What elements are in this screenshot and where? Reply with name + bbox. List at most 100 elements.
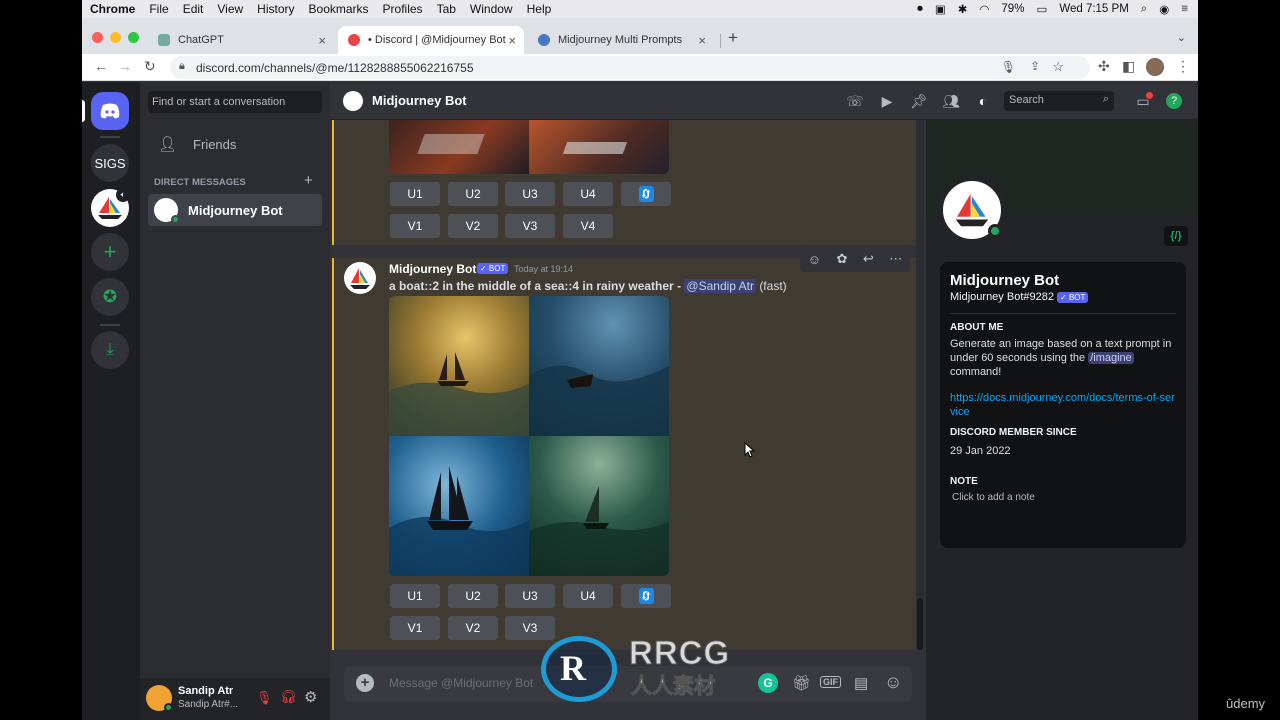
back-icon[interactable]: ← <box>94 58 108 74</box>
close-window-button[interactable] <box>92 32 103 43</box>
display-icon[interactable]: ▣ <box>935 2 946 16</box>
control-center-icon[interactable]: ≡ <box>1181 3 1188 15</box>
add-reaction-icon[interactable]: ☺ <box>808 252 821 267</box>
scrollbar-thumb[interactable] <box>917 598 923 650</box>
upscale-2-button[interactable]: U2 <box>448 182 498 206</box>
menu-file[interactable]: File <box>149 2 168 16</box>
siri-icon[interactable]: ◉ <box>1159 2 1169 16</box>
reply-icon[interactable]: ↩ <box>863 251 874 267</box>
spotlight-icon[interactable]: ⌕ <box>1141 3 1147 16</box>
dm-item-midjourney-bot[interactable]: Midjourney Bot <box>148 194 322 226</box>
terms-of-service-link[interactable]: https://docs.midjourney.com/docs/terms-o… <box>950 391 1176 419</box>
lock-icon[interactable]: 🔒︎ <box>179 60 185 73</box>
chrome-menu-icon[interactable]: ⋮ <box>1176 58 1190 75</box>
menu-history[interactable]: History <box>257 2 294 16</box>
menubar-clock[interactable]: Wed 7:15 PM <box>1059 3 1128 15</box>
add-server-button[interactable]: + <box>91 233 129 271</box>
grid-image-3[interactable] <box>389 436 529 576</box>
battery-icon[interactable]: ▭ <box>1036 2 1047 16</box>
variation-2-button[interactable]: V2 <box>448 616 498 640</box>
upscale-3-button[interactable]: U3 <box>505 182 555 206</box>
close-tab-icon[interactable]: × <box>508 33 516 48</box>
menu-view[interactable]: View <box>217 2 243 16</box>
tab-midjourney-multi-prompts[interactable]: Midjourney Multi Prompts × <box>528 26 714 54</box>
deafen-headphones-icon[interactable]: 🎧︎ <box>280 689 297 705</box>
grid-image-1[interactable] <box>389 296 529 436</box>
tab-search-chevron-icon[interactable]: ⌄ <box>1177 31 1186 44</box>
friends-nav-item[interactable]: 👤︎ Friends <box>148 130 322 158</box>
chat-search-input[interactable]: Search ⌕ <box>1004 91 1114 111</box>
wifi-icon[interactable]: ◠ <box>979 2 989 16</box>
menu-bookmarks[interactable]: Bookmarks <box>309 2 369 16</box>
share-icon[interactable]: ⇪ <box>1030 59 1040 73</box>
variation-1-button[interactable]: V1 <box>390 616 440 640</box>
reroll-button[interactable]: 🔄︎ <box>621 584 671 608</box>
create-dm-plus-icon[interactable]: + <box>304 172 313 189</box>
message-author-name[interactable]: Midjourney Bot <box>389 262 476 276</box>
record-icon[interactable]: ⏺ <box>917 3 923 16</box>
menu-profiles[interactable]: Profiles <box>383 2 423 16</box>
voice-call-icon[interactable]: ☏ <box>846 92 864 110</box>
gif-icon[interactable]: GIF <box>820 676 841 688</box>
discord-home-button[interactable] <box>91 92 129 130</box>
download-apps-button[interactable]: ⤓ <box>91 331 129 369</box>
emoji-icon[interactable]: ☺ <box>884 672 902 693</box>
more-options-icon[interactable]: ⋯ <box>889 251 902 267</box>
tab-chatgpt[interactable]: ChatGPT × <box>148 26 334 54</box>
gift-icon[interactable]: 🎁︎ <box>792 674 811 692</box>
grid-image-2[interactable] <box>529 296 669 436</box>
grid-image-4[interactable] <box>529 436 669 576</box>
pinned-messages-icon[interactable]: 📌︎ <box>910 92 928 110</box>
user-settings-gear-icon[interactable]: ⚙ <box>304 688 317 706</box>
variation-3-button[interactable]: V3 <box>505 214 555 238</box>
sidepanel-icon[interactable]: ◧ <box>1122 58 1135 75</box>
close-tab-icon[interactable]: × <box>318 33 326 48</box>
forward-icon[interactable]: → <box>118 58 132 74</box>
message-input[interactable]: Message @Midjourney Bot <box>389 676 533 690</box>
profile-avatar[interactable] <box>1146 58 1164 76</box>
find-conversation-input[interactable]: Find or start a conversation <box>148 91 322 113</box>
user-profile-toggle-icon[interactable]: ◐ <box>974 92 992 110</box>
upscale-1-button[interactable]: U1 <box>390 584 440 608</box>
reroll-button[interactable]: 🔄︎ <box>621 182 671 206</box>
variation-2-button[interactable]: V2 <box>448 214 498 238</box>
sticker-icon[interactable]: ▤ <box>854 674 868 692</box>
minimize-window-button[interactable] <box>110 32 121 43</box>
reload-icon[interactable]: ↻ <box>144 58 156 75</box>
message-author-avatar[interactable] <box>344 262 376 294</box>
address-bar[interactable]: 🔒︎ discord.com/channels/@me/112828885506… <box>170 56 1090 79</box>
help-icon[interactable]: ? <box>1166 93 1182 109</box>
previous-image-grid[interactable] <box>389 120 669 174</box>
maximize-window-button[interactable] <box>128 32 139 43</box>
extensions-icon[interactable]: ✣ <box>1098 58 1110 75</box>
mic-icon[interactable]: 🎙︎ <box>1001 60 1016 74</box>
mute-mic-icon[interactable]: 🎙︎ <box>256 690 273 706</box>
bluetooth-icon[interactable]: ✱ <box>958 2 968 16</box>
upscale-2-button[interactable]: U2 <box>448 584 498 608</box>
menu-chrome[interactable]: Chrome <box>90 2 135 16</box>
upscale-3-button[interactable]: U3 <box>505 584 555 608</box>
menu-window[interactable]: Window <box>470 2 513 16</box>
user-mention[interactable]: @Sandip Atr <box>684 279 756 293</box>
active-developer-badge-icon[interactable]: {/} <box>1164 226 1188 246</box>
chat-scrollbar[interactable] <box>916 120 924 650</box>
variation-1-button[interactable]: V1 <box>390 214 440 238</box>
upscale-4-button[interactable]: U4 <box>563 584 613 608</box>
imagine-command[interactable]: /imagine <box>1088 352 1134 364</box>
app-commands-icon[interactable]: ✿ <box>836 251 847 267</box>
menu-help[interactable]: Help <box>527 2 552 16</box>
video-call-icon[interactable]: ▶ <box>878 92 896 110</box>
note-input[interactable]: Click to add a note <box>952 491 1176 505</box>
variation-4-button[interactable]: V4 <box>563 214 613 238</box>
new-tab-icon[interactable]: + <box>728 28 738 48</box>
close-tab-icon[interactable]: × <box>698 33 706 48</box>
bookmark-star-icon[interactable]: ☆ <box>1052 59 1064 75</box>
upscale-4-button[interactable]: U4 <box>563 182 613 206</box>
menu-tab[interactable]: Tab <box>437 2 456 16</box>
tab-discord[interactable]: • Discord | @Midjourney Bot × <box>338 26 524 54</box>
upload-plus-icon[interactable]: + <box>356 674 374 692</box>
menu-edit[interactable]: Edit <box>183 2 204 16</box>
server-sigs[interactable]: SIGS <box>91 144 129 182</box>
explore-servers-button[interactable]: ✪ <box>91 278 129 316</box>
upscale-1-button[interactable]: U1 <box>390 182 440 206</box>
